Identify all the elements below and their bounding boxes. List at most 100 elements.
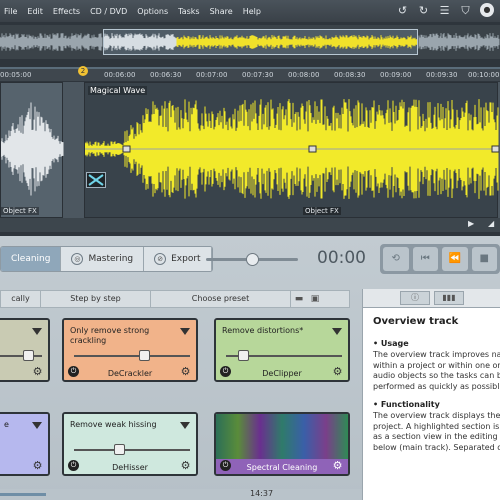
chevron-down-icon[interactable] (180, 328, 190, 335)
menu-edit[interactable]: Edit (23, 7, 43, 16)
tab-choose-preset[interactable]: Choose preset (151, 291, 291, 307)
tab-manually[interactable]: cally (1, 291, 41, 307)
chevron-down-icon[interactable] (32, 328, 42, 335)
tab-mastering[interactable]: ◎ Mastering (61, 247, 145, 271)
go-to-start-button[interactable]: ⏮ (412, 247, 438, 271)
power-icon[interactable]: ⏻ (68, 366, 79, 377)
transport-controls: ⟲ ⏮ ⏪ ■ (380, 244, 500, 274)
timeline-ruler[interactable]: 00:05:00 00:06:00 00:06:30 00:07:00 00:0… (0, 66, 500, 81)
menu-share[interactable]: Share (206, 7, 233, 16)
gear-icon[interactable]: ⚙ (331, 365, 344, 378)
cleaning-mode-tabs: cally Step by step Choose preset ▬ ▣ (0, 290, 350, 308)
progress-bar (0, 493, 46, 496)
clip-waveform (84, 99, 500, 199)
card-title: Only remove strong crackling (70, 326, 150, 345)
stop-button[interactable]: ■ (471, 247, 497, 271)
list-icon[interactable]: ☰ (438, 4, 451, 17)
menu-tasks[interactable]: Tasks (174, 7, 199, 16)
save-icon[interactable]: ▣ (307, 291, 323, 307)
timeline-tick: 00:07:00 (196, 71, 228, 79)
audio-clip-magical-wave[interactable]: Magical Wave Object FX (84, 82, 500, 218)
app-window: { "menubar": { "items": ["File","Edit","… (0, 0, 500, 500)
rewind-button[interactable]: ⏪ (442, 247, 468, 271)
mastering-icon: ◎ (71, 253, 84, 265)
undo-icon[interactable]: ↺ (396, 4, 409, 17)
timeline-tick: 00:07:30 (242, 71, 274, 79)
gear-icon[interactable]: ⚙ (31, 365, 44, 378)
effect-card-dehisser[interactable]: Remove weak hissing ⏻ DeHisser ⚙ (62, 412, 198, 476)
menu-help[interactable]: Help (239, 7, 261, 16)
tab-label: Cleaning (11, 254, 51, 264)
effect-slider[interactable] (226, 350, 342, 361)
effect-card-decrackler[interactable]: Only remove strong crackling ⏻ DeCrackle… (62, 318, 198, 382)
crossfade-icon[interactable] (86, 172, 106, 188)
overview-selection[interactable] (103, 29, 418, 55)
object-fx-button[interactable]: Object FX (303, 207, 341, 215)
gear-icon[interactable]: ⚙ (179, 365, 192, 378)
effect-slider[interactable] (74, 444, 190, 455)
timeline-tick: 00:09:00 (380, 71, 412, 79)
loop-button[interactable]: ⟲ (383, 247, 409, 271)
gear-icon[interactable]: ⚙ (331, 459, 344, 472)
tab-cleaning[interactable]: Cleaning (1, 247, 62, 271)
timeline-marker[interactable]: 2 (78, 66, 88, 76)
help-text-line: The overview track improves nav (373, 350, 500, 359)
help-title: Overview track (373, 316, 459, 327)
effect-card-spectral-cleaning[interactable]: ⏻ Spectral Cleaning ⚙ (214, 412, 350, 476)
help-panel-tabs: ⓘ ▮▮▮ (363, 291, 500, 307)
card-label: DeHisser (112, 463, 148, 472)
effect-slider[interactable] (0, 350, 42, 361)
folder-icon[interactable]: ▬ (291, 291, 307, 307)
card-label: DeCrackler (107, 369, 153, 378)
effect-card-declipper[interactable]: Remove distortions* ⏻ DeClipper ⚙ (214, 318, 350, 382)
overview-track[interactable] (0, 25, 500, 59)
tab-step-by-step[interactable]: Step by step (41, 291, 151, 307)
effect-slider-thumb[interactable] (238, 350, 249, 361)
editor-scrollbar[interactable]: ▶ ◢ (0, 218, 500, 232)
timeline-tick: 00:05:00 (0, 71, 32, 79)
gear-icon[interactable]: ⚙ (179, 459, 192, 472)
menu-effects[interactable]: Effects (49, 7, 80, 16)
chevron-down-icon[interactable] (180, 422, 190, 429)
chevron-down-icon[interactable] (32, 422, 42, 429)
info-tab[interactable]: ⓘ (400, 291, 430, 305)
user-avatar-icon[interactable]: ● (480, 3, 494, 17)
help-text-line: below (main track). Separated ob (373, 442, 500, 452)
effect-slider[interactable] (74, 350, 190, 361)
volume-icon[interactable]: ◢ (488, 219, 494, 228)
play-arrow-icon[interactable]: ▶ (468, 219, 474, 228)
clip-waveform (0, 102, 64, 196)
chevron-down-icon[interactable] (332, 328, 342, 335)
menubar: File Edit Effects CD / DVD Options Tasks… (0, 0, 500, 22)
effect-slider-thumb[interactable] (139, 350, 150, 361)
object-fx-button[interactable]: Object FX (1, 207, 39, 215)
timeline-tick: 00:06:30 (150, 71, 182, 79)
effect-slider-thumb[interactable] (23, 350, 34, 361)
menu-cd-dvd[interactable]: CD / DVD (86, 7, 127, 16)
power-icon[interactable]: ⏻ (68, 460, 79, 471)
card-label: Spectral Cleaning (246, 463, 318, 472)
tab-export[interactable]: ⊘ Export (144, 247, 212, 271)
redo-icon[interactable]: ↻ (417, 4, 430, 17)
effect-slider-thumb[interactable] (114, 444, 125, 455)
help-text-line: The overview track displays the e (373, 411, 500, 420)
shield-icon[interactable]: ⛉ (459, 4, 472, 17)
spectrum-tab[interactable]: ▮▮▮ (434, 291, 464, 305)
menu-file[interactable]: File (0, 7, 17, 16)
card-title: Remove weak hissing (70, 420, 157, 429)
position-slider-thumb[interactable] (246, 253, 259, 266)
gear-icon[interactable]: ⚙ (31, 459, 44, 472)
card-title: e (4, 420, 9, 429)
help-text-line: performed as quickly as possible. (373, 381, 500, 391)
effect-card-partial[interactable]: ⚙ (0, 318, 50, 382)
timeline-tick: 00:08:30 (334, 71, 366, 79)
editor-track[interactable]: Object FX Magical Wave Object FX ▶ ◢ (0, 82, 500, 232)
power-icon[interactable]: ⏻ (220, 460, 231, 471)
card-title: Remove distortions* (222, 326, 304, 335)
power-icon[interactable]: ⏻ (220, 366, 231, 377)
position-slider[interactable] (206, 253, 298, 266)
export-icon: ⊘ (154, 253, 167, 265)
effect-card-partial[interactable]: e ⚙ (0, 412, 50, 476)
audio-clip[interactable]: Object FX (0, 82, 64, 218)
menu-options[interactable]: Options (133, 7, 168, 16)
